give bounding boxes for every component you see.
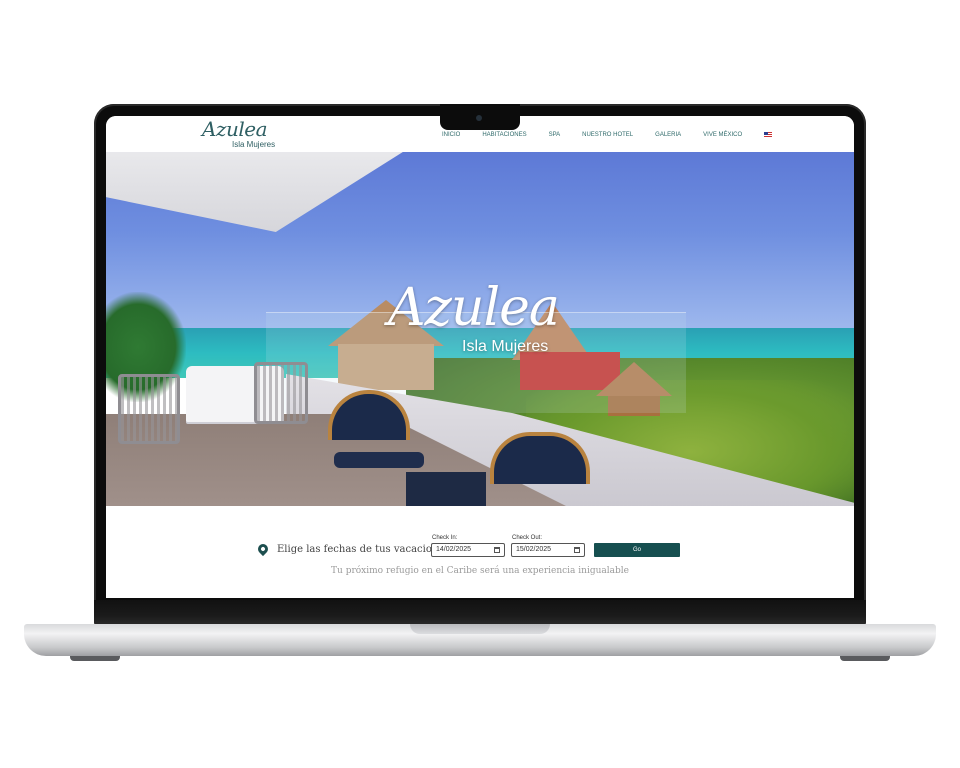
- calendar-icon[interactable]: [574, 547, 580, 553]
- calendar-icon[interactable]: [494, 547, 500, 553]
- site-logo[interactable]: Azulea Isla Mujeres: [202, 118, 292, 152]
- nav-item-vive-mexico[interactable]: VIVE MÉXICO: [703, 132, 742, 138]
- hero-image: Azulea Isla Mujeres: [106, 152, 854, 506]
- terrace-chair: [118, 374, 180, 444]
- bistro-chair: [490, 432, 590, 484]
- nav-item-spa[interactable]: SPA: [549, 132, 561, 138]
- side-table: [406, 472, 486, 506]
- hero-logo-script: Azulea: [388, 278, 560, 338]
- camera-icon: [476, 115, 482, 121]
- check-out-input[interactable]: 15/02/2025: [511, 543, 585, 557]
- main-nav: INICIO HABITACIONES SPA NUESTRO HOTEL GA…: [442, 129, 773, 141]
- booking-bar: Elige las fechas de tus vacaciones Check…: [106, 506, 854, 598]
- laptop-foot: [840, 656, 890, 661]
- check-in-input[interactable]: 14/02/2025: [431, 543, 505, 557]
- tagline: Tu próximo refugio en el Caribe será una…: [331, 566, 629, 576]
- logo-script: Azulea: [202, 117, 268, 141]
- nav-item-habitaciones[interactable]: HABITACIONES: [482, 132, 526, 138]
- location-pin-icon: [255, 541, 271, 557]
- go-button[interactable]: Go: [594, 543, 680, 557]
- bistro-chair-seat: [334, 452, 424, 468]
- logo-subtitle: Isla Mujeres: [232, 140, 276, 149]
- check-out-label: Check Out:: [512, 535, 543, 541]
- terrace-chair: [254, 362, 308, 424]
- nav-item-nuestro-hotel[interactable]: NUESTRO HOTEL: [582, 132, 633, 138]
- us-flag-icon[interactable]: [764, 132, 773, 138]
- website-screen: Azulea Isla Mujeres INICIO HABITACIONES …: [106, 116, 854, 598]
- choose-dates-text: Elige las fechas de tus vacaciones: [277, 544, 450, 555]
- laptop-bezel: [94, 600, 866, 626]
- hero-logo-subtitle: Isla Mujeres: [462, 338, 549, 355]
- nav-item-galeria[interactable]: GALERIA: [655, 132, 681, 138]
- check-in-label: Check In:: [432, 535, 458, 541]
- nav-item-inicio[interactable]: INICIO: [442, 132, 460, 138]
- check-out-value: 15/02/2025: [516, 546, 552, 553]
- check-in-value: 14/02/2025: [436, 546, 472, 553]
- laptop-foot: [70, 656, 120, 661]
- laptop-base-notch: [410, 624, 550, 634]
